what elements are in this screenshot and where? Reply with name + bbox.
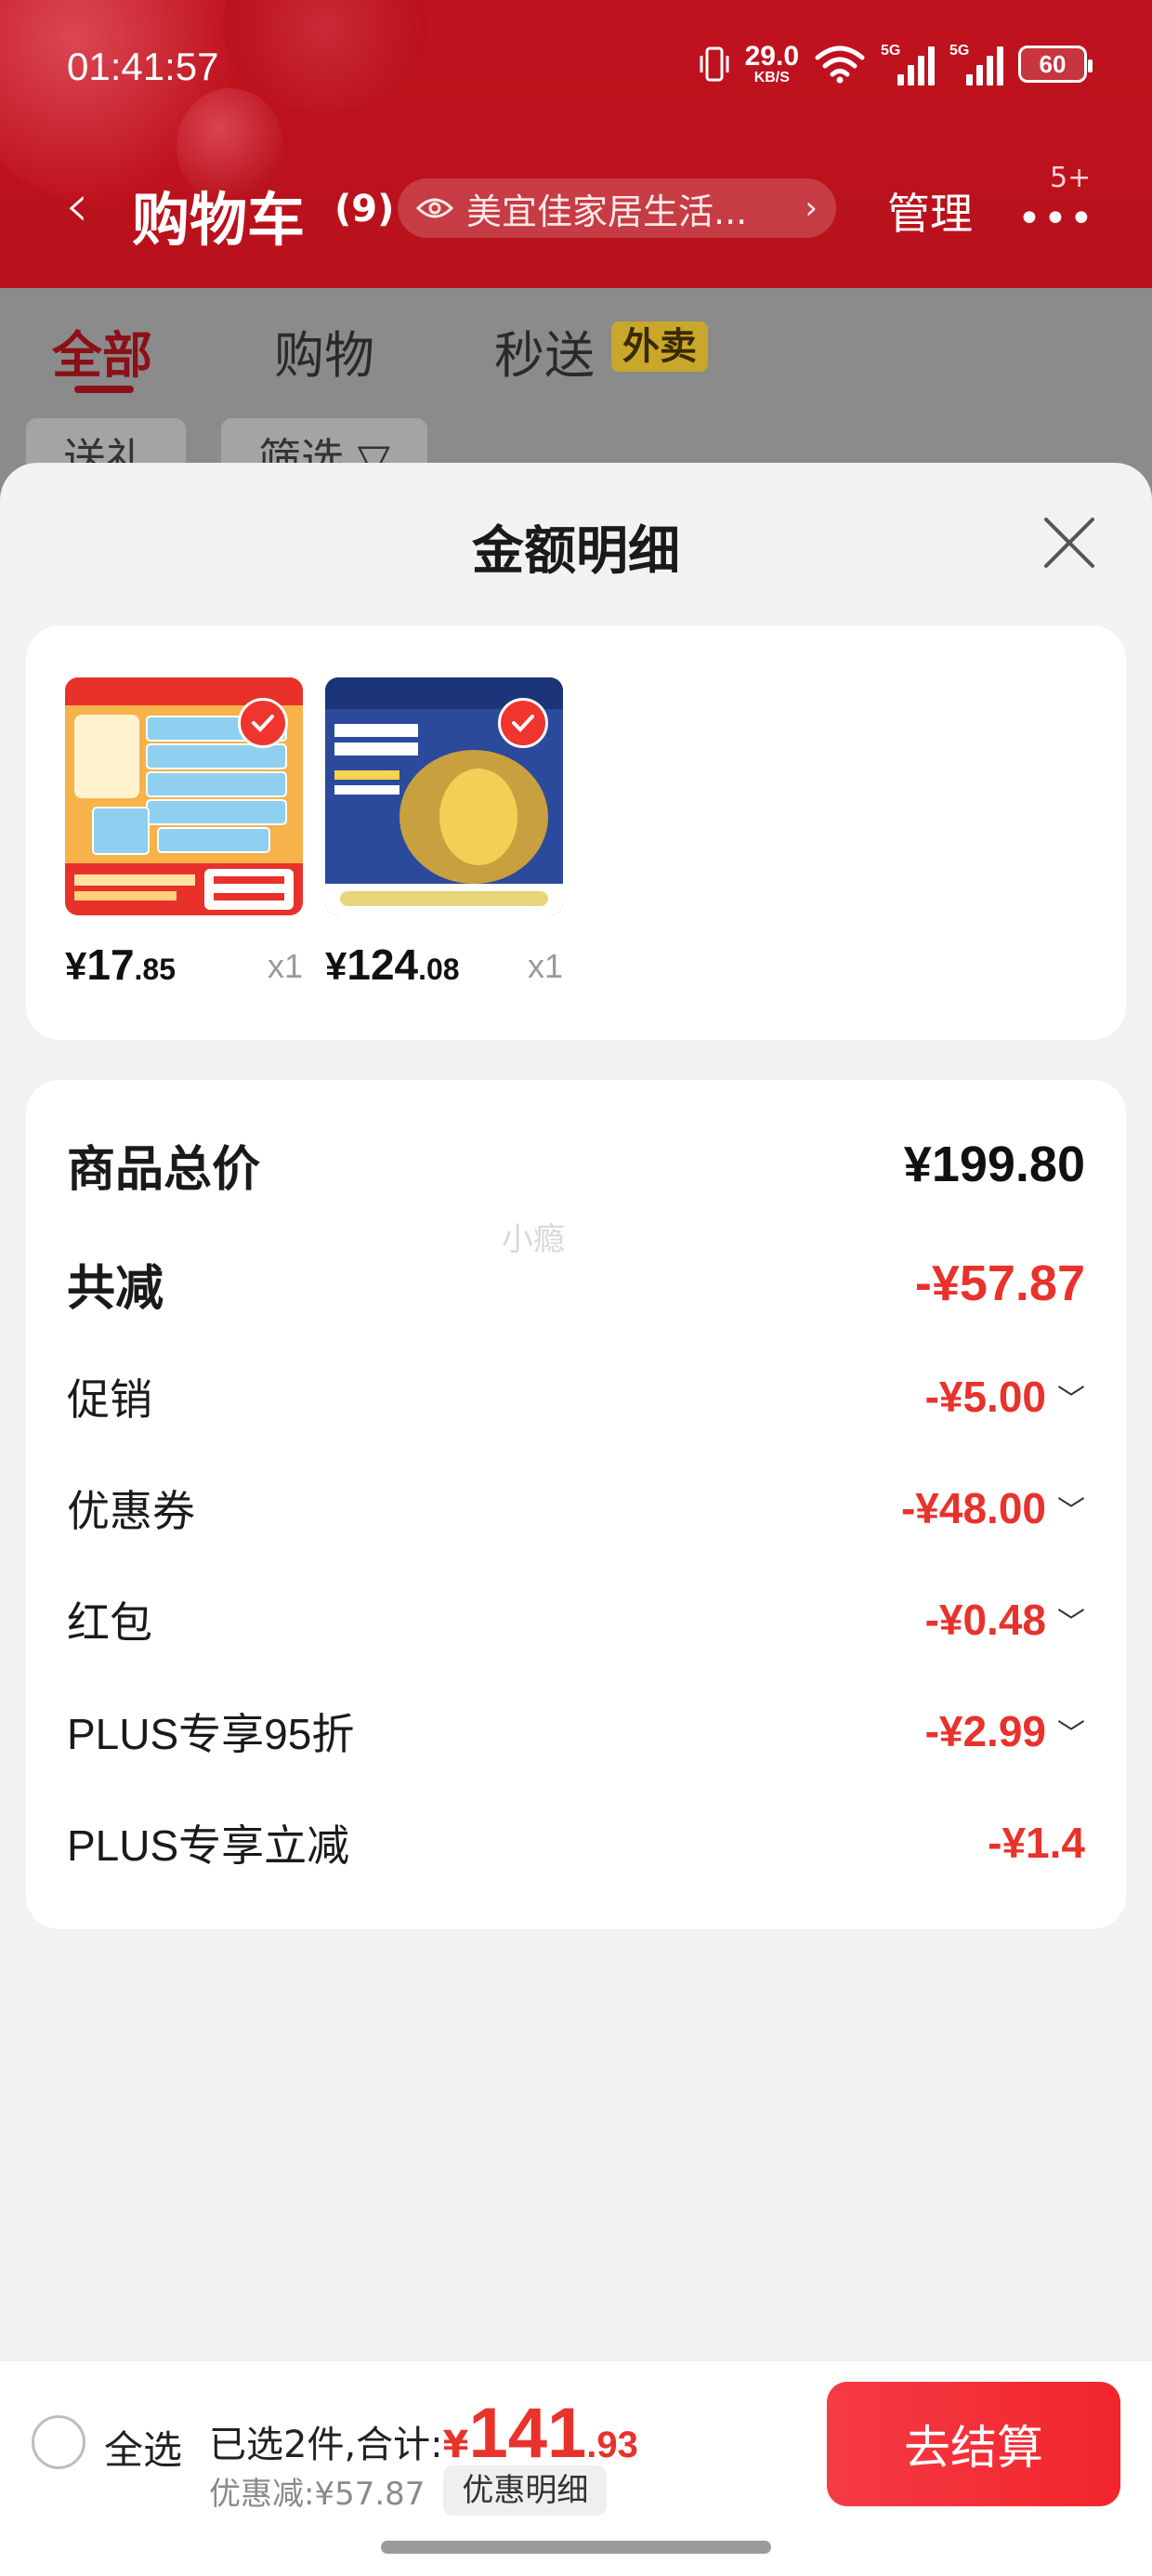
discount-summary: 优惠减:¥57.87 优惠明细 [209, 2465, 608, 2516]
product-item[interactable]: ¥17.85 x1 [65, 677, 303, 989]
chevron-down-icon: ﹀ [1057, 1719, 1085, 1750]
signal-5g-2: 5G [949, 43, 1003, 85]
select-all-label[interactable]: 全选 [104, 2419, 182, 2476]
status-time: 01:41:57 [67, 45, 219, 88]
sheet-title: 金额明细 [472, 521, 680, 582]
select-all-radio[interactable] [32, 2415, 85, 2469]
product-thumbnail [65, 677, 303, 915]
row-label: 共减 [67, 1260, 164, 1317]
tab-all[interactable]: 全部 [52, 314, 152, 388]
more-icon[interactable]: ••• [1017, 195, 1095, 243]
tab-underline [74, 386, 134, 393]
status-bar: 01:41:57 29.0 KB/S 5G 5G 60 [0, 37, 1152, 102]
app-header: 01:41:57 29.0 KB/S 5G 5G 60 ‹ 购物车 (9) 美宜… [0, 0, 1152, 288]
back-icon[interactable]: ‹ [65, 177, 89, 236]
product-quantity: x1 [527, 947, 563, 985]
product-quantity: x1 [267, 947, 303, 985]
selected-products-card: ¥17.85 x1 ¥124.08 x1 [26, 625, 1126, 1040]
chevron-down-icon: ﹀ [1057, 1385, 1085, 1415]
product-price: ¥124.08 [325, 940, 460, 989]
row-value: -¥0.48 ﹀ [924, 1596, 1085, 1644]
eye-icon [416, 198, 453, 218]
more-badge: 5+ [1050, 162, 1092, 194]
tab-instant[interactable]: 秒送 [494, 314, 595, 388]
row-total-price: 商品总价 ¥199.80 [67, 1132, 1085, 1198]
takeout-badge: 外卖 [611, 322, 708, 372]
page-title: 购物车 [132, 186, 306, 254]
cart-count: (9) [334, 188, 395, 230]
selected-summary: 已选2件,合计: ¥ 141 .93 [209, 2394, 638, 2473]
net-speed: 29.0 KB/S [744, 41, 799, 85]
selected-check-icon [498, 698, 548, 748]
row-plus-95-discount[interactable]: PLUS专享95折 -¥2.99 ﹀ [67, 1699, 1085, 1764]
discount-detail-button[interactable]: 优惠明细 [443, 2465, 608, 2516]
signal-5g-1: 5G [881, 43, 935, 85]
row-plus-instant-discount: PLUS专享立减 -¥1.4 [67, 1810, 1085, 1875]
amount-breakdown-card: 商品总价 ¥199.80 共减 -¥57.87 促销 -¥5.00 ﹀ 优惠券 -… [26, 1080, 1126, 1929]
chevron-down-icon: ﹀ [1057, 1496, 1085, 1527]
tab-shopping[interactable]: 购物 [274, 314, 374, 388]
product-thumbnail [325, 677, 563, 915]
total-price: 141 [468, 2394, 587, 2473]
wifi-icon [815, 46, 865, 84]
row-promotion[interactable]: 促销 -¥5.00 ﹀ [67, 1364, 1085, 1429]
row-red-packet[interactable]: 红包 -¥0.48 ﹀ [67, 1587, 1085, 1652]
row-label: PLUS专享立减 [67, 1821, 350, 1870]
chevron-down-icon: ﹀ [1057, 1608, 1085, 1638]
manage-button[interactable]: 管理 [887, 180, 973, 242]
row-label: 促销 [67, 1374, 152, 1425]
row-value: ¥199.80 [903, 1137, 1085, 1192]
vibrate-icon [700, 46, 729, 82]
row-label: 优惠券 [67, 1486, 195, 1536]
store-selector[interactable]: 美宜佳家居生活... › [398, 178, 836, 238]
row-label: 红包 [67, 1597, 152, 1648]
row-label: PLUS专享95折 [67, 1710, 355, 1758]
watermark: 小瘾 [502, 1221, 565, 1258]
row-value: -¥2.99 ﹀ [924, 1707, 1085, 1755]
row-value: -¥57.87 [914, 1255, 1085, 1311]
row-coupon[interactable]: 优惠券 -¥48.00 ﹀ [67, 1476, 1085, 1541]
battery-indicator: 60 [1018, 46, 1093, 83]
selected-check-icon [238, 698, 288, 748]
home-indicator [381, 2541, 771, 2554]
row-label: 商品总价 [67, 1141, 261, 1198]
product-item[interactable]: ¥124.08 x1 [325, 677, 563, 989]
row-value: -¥48.00 ﹀ [900, 1484, 1085, 1532]
store-name: 美宜佳家居生活... [466, 191, 748, 232]
checkout-button[interactable]: 去结算 [827, 2382, 1120, 2506]
row-value: -¥1.4 [988, 1819, 1085, 1867]
product-price: ¥17.85 [65, 940, 177, 989]
row-value: -¥5.00 ﹀ [924, 1373, 1085, 1421]
chevron-right-icon: › [805, 190, 818, 227]
amount-detail-sheet: 金额明细 ¥17.85 x1 ¥124.08 x1 商品总价 ¥199.80 共… [0, 463, 1152, 2576]
row-total-discount: 共减 -¥57.87 [67, 1251, 1085, 1317]
close-icon[interactable] [1041, 514, 1098, 572]
